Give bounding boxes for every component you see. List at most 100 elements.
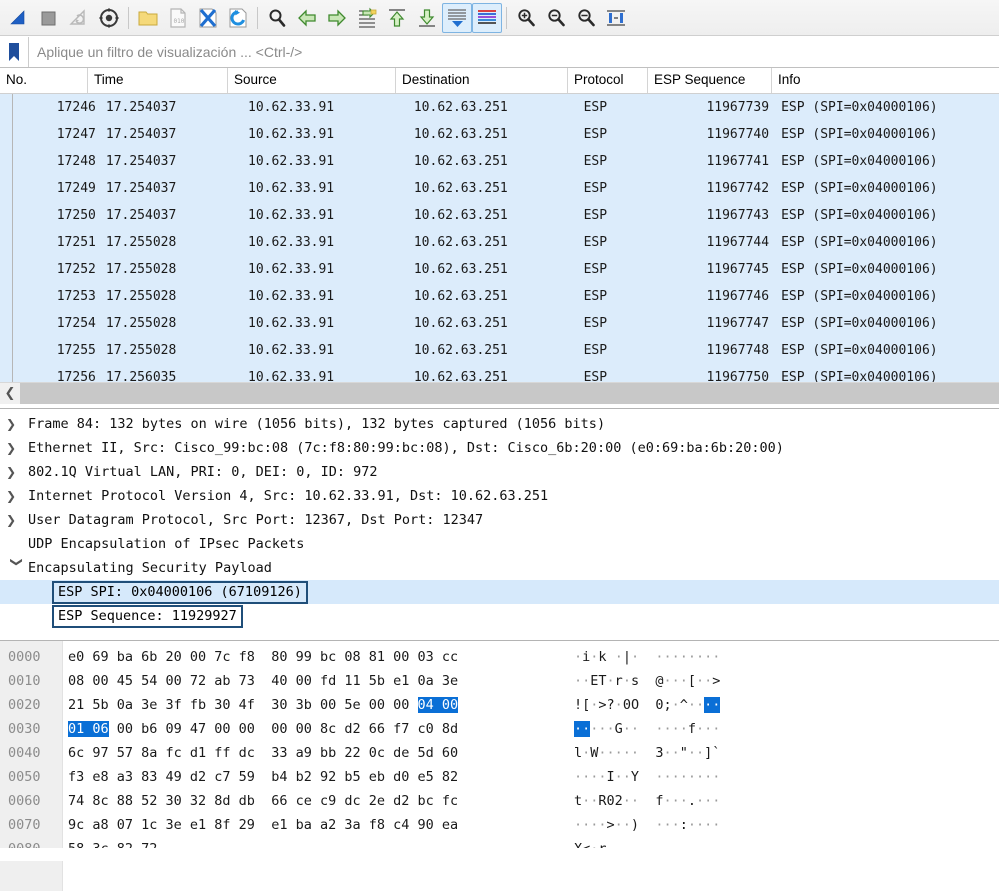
- hex-row[interactable]: 0060 74 8c 88 52 30 32 8d db 66 ce c9 dc…: [0, 789, 999, 813]
- hex-bytes: e0 69 ba 6b 20 00 7c f8 80 99 bc 08 81 0…: [68, 649, 459, 665]
- chevron-right-icon[interactable]: ❯: [6, 412, 28, 436]
- packet-list-horizontal-scrollbar[interactable]: ❮: [0, 382, 999, 404]
- hex-ascii: ·i·k ·|· ········: [574, 649, 721, 665]
- column-header-no[interactable]: No.: [0, 68, 88, 93]
- row-gutter: [0, 283, 13, 310]
- cell-info: ESP (SPI=0x04000106): [781, 370, 938, 382]
- close-file-icon[interactable]: [193, 3, 223, 33]
- column-header-destination[interactable]: Destination: [396, 68, 568, 93]
- cell-esp-sequence: 11967742: [706, 181, 770, 196]
- resize-columns-icon[interactable]: [601, 3, 631, 33]
- chevron-right-icon[interactable]: ❯: [6, 484, 28, 508]
- bookmark-icon[interactable]: [0, 36, 29, 67]
- reload-file-icon[interactable]: [223, 3, 253, 33]
- column-header-protocol[interactable]: Protocol: [568, 68, 648, 93]
- detail-row-esp-spi[interactable]: ESP SPI: 0x04000106 (67109126): [0, 580, 999, 604]
- cell-destination: 10.62.63.251: [413, 262, 508, 277]
- column-header-source[interactable]: Source: [228, 68, 396, 93]
- colorize-packets-icon[interactable]: [472, 2, 502, 33]
- cell-protocol: ESP: [583, 289, 608, 304]
- table-row[interactable]: 17250 17.254037 10.62.33.91 10.62.63.251 ESP…: [0, 202, 999, 229]
- table-row[interactable]: 17253 17.255028 10.62.33.91 10.62.63.251 ESP…: [0, 283, 999, 310]
- go-back-icon[interactable]: [292, 3, 322, 33]
- hex-row[interactable]: 0050 f3 e8 a3 83 49 d2 c7 59 b4 b2 92 b5…: [0, 765, 999, 789]
- hex-selected-bytes: 01 06: [68, 721, 109, 737]
- hex-row[interactable]: 0080 58 3c 82 72 X<·r: [0, 837, 999, 848]
- hex-row[interactable]: 0030 01 06 00 b6 09 47 00 00 00 00 8c d2…: [0, 717, 999, 741]
- cell-source: 10.62.33.91: [248, 262, 335, 277]
- hex-row[interactable]: 0020 21 5b 0a 3e 3f fb 30 4f 30 3b 00 5e…: [0, 693, 999, 717]
- restart-capture-icon[interactable]: [64, 3, 94, 33]
- table-row[interactable]: 17256 17.256035 10.62.33.91 10.62.63.251 ESP…: [0, 364, 999, 382]
- cell-no: 17255: [56, 343, 96, 358]
- table-row[interactable]: 17254 17.255028 10.62.33.91 10.62.63.251 ESP…: [0, 310, 999, 337]
- detail-row-label: UDP Encapsulation of IPsec Packets: [28, 536, 305, 552]
- go-last-packet-icon[interactable]: [412, 3, 442, 33]
- go-first-packet-icon[interactable]: [382, 3, 412, 33]
- detail-row-label: Ethernet II, Src: Cisco_99:bc:08 (7c:f8:…: [28, 440, 784, 456]
- go-to-packet-icon[interactable]: [352, 3, 382, 33]
- chevron-right-icon[interactable]: ❯: [6, 508, 28, 532]
- scrollbar-thumb[interactable]: [20, 383, 999, 404]
- detail-row-esp[interactable]: ❯ Encapsulating Security Payload: [0, 556, 999, 580]
- detail-row-ethernet[interactable]: ❯ Ethernet II, Src: Cisco_99:bc:08 (7c:f…: [0, 436, 999, 460]
- hex-bytes: f3 e8 a3 83 49 d2 c7 59 b4 b2 92 b5 eb d…: [68, 769, 459, 785]
- hex-row[interactable]: 0070 9c a8 07 1c 3e e1 8f 29 e1 ba a2 3a…: [0, 813, 999, 837]
- table-row[interactable]: 17252 17.255028 10.62.33.91 10.62.63.251 ESP…: [0, 256, 999, 283]
- chevron-right-icon[interactable]: ❯: [6, 460, 28, 484]
- zoom-out-icon[interactable]: [541, 3, 571, 33]
- packet-detail-pane[interactable]: ❯ Frame 84: 132 bytes on wire (1056 bits…: [0, 408, 999, 640]
- detail-row-esp-sequence[interactable]: ESP Sequence: 11929927: [0, 604, 999, 628]
- hex-row[interactable]: 0000 e0 69 ba 6b 20 00 7c f8 80 99 bc 08…: [0, 645, 999, 669]
- table-row[interactable]: 17255 17.255028 10.62.33.91 10.62.63.251 ESP…: [0, 337, 999, 364]
- table-row[interactable]: 17251 17.255028 10.62.33.91 10.62.63.251 ESP…: [0, 229, 999, 256]
- hex-offset: 0080: [0, 837, 62, 848]
- column-header-esp-sequence[interactable]: ESP Sequence: [648, 68, 772, 93]
- packet-list-body[interactable]: 17246 17.254037 10.62.33.91 10.62.63.251 ESP…: [0, 94, 999, 382]
- detail-row-udp-encap[interactable]: UDP Encapsulation of IPsec Packets: [0, 532, 999, 556]
- cell-esp-sequence: 11967739: [706, 100, 770, 115]
- save-file-icon[interactable]: 010: [163, 3, 193, 33]
- zoom-reset-icon[interactable]: [571, 3, 601, 33]
- detail-row-frame[interactable]: ❯ Frame 84: 132 bytes on wire (1056 bits…: [0, 412, 999, 436]
- scroll-left-icon[interactable]: ❮: [0, 383, 20, 404]
- table-row[interactable]: 17247 17.254037 10.62.33.91 10.62.63.251 ESP…: [0, 121, 999, 148]
- cell-time: 17.254037: [105, 154, 177, 169]
- chevron-down-icon[interactable]: ❯: [5, 557, 29, 579]
- zoom-in-icon[interactable]: [511, 3, 541, 33]
- cell-time: 17.255028: [105, 316, 177, 331]
- cell-time: 17.255028: [105, 262, 177, 277]
- packet-list-header: No. Time Source Destination Protocol ESP…: [0, 68, 999, 94]
- stop-capture-icon[interactable]: [34, 3, 64, 33]
- table-row[interactable]: 17249 17.254037 10.62.33.91 10.62.63.251 ESP…: [0, 175, 999, 202]
- detail-row-vlan[interactable]: ❯ 802.1Q Virtual LAN, PRI: 0, DEI: 0, ID…: [0, 460, 999, 484]
- hex-row[interactable]: 0040 6c 97 57 8a fc d1 ff dc 33 a9 bb 22…: [0, 741, 999, 765]
- table-row[interactable]: 17248 17.254037 10.62.33.91 10.62.63.251 ESP…: [0, 148, 999, 175]
- detail-row-udp[interactable]: ❯ User Datagram Protocol, Src Port: 1236…: [0, 508, 999, 532]
- go-forward-icon[interactable]: [322, 3, 352, 33]
- table-row[interactable]: 17246 17.254037 10.62.33.91 10.62.63.251 ESP…: [0, 94, 999, 121]
- hex-row[interactable]: 0010 08 00 45 54 00 72 ab 73 40 00 fd 11…: [0, 669, 999, 693]
- display-filter-input[interactable]: [29, 35, 999, 68]
- auto-scroll-icon[interactable]: [442, 2, 472, 33]
- cell-source: 10.62.33.91: [248, 127, 335, 142]
- capture-options-icon[interactable]: [94, 3, 124, 33]
- hex-dump[interactable]: 0000 e0 69 ba 6b 20 00 7c f8 80 99 bc 08…: [0, 641, 999, 848]
- cell-info: ESP (SPI=0x04000106): [781, 235, 938, 250]
- packet-bytes-pane[interactable]: 0000 e0 69 ba 6b 20 00 7c f8 80 99 bc 08…: [0, 640, 999, 848]
- cell-protocol: ESP: [583, 262, 608, 277]
- find-packet-icon[interactable]: [262, 3, 292, 33]
- detail-row-ipv4[interactable]: ❯ Internet Protocol Version 4, Src: 10.6…: [0, 484, 999, 508]
- column-header-time[interactable]: Time: [88, 68, 228, 93]
- row-gutter: [0, 310, 13, 337]
- cell-source: 10.62.33.91: [248, 100, 335, 115]
- cell-info: ESP (SPI=0x04000106): [781, 127, 938, 142]
- cell-no: 17247: [56, 127, 96, 142]
- chevron-right-icon[interactable]: ❯: [6, 436, 28, 460]
- column-header-info[interactable]: Info: [772, 68, 999, 93]
- start-capture-icon[interactable]: [4, 3, 34, 33]
- cell-destination: 10.62.63.251: [413, 181, 508, 196]
- row-gutter: [0, 256, 13, 283]
- cell-source: 10.62.33.91: [248, 154, 335, 169]
- open-file-icon[interactable]: [133, 3, 163, 33]
